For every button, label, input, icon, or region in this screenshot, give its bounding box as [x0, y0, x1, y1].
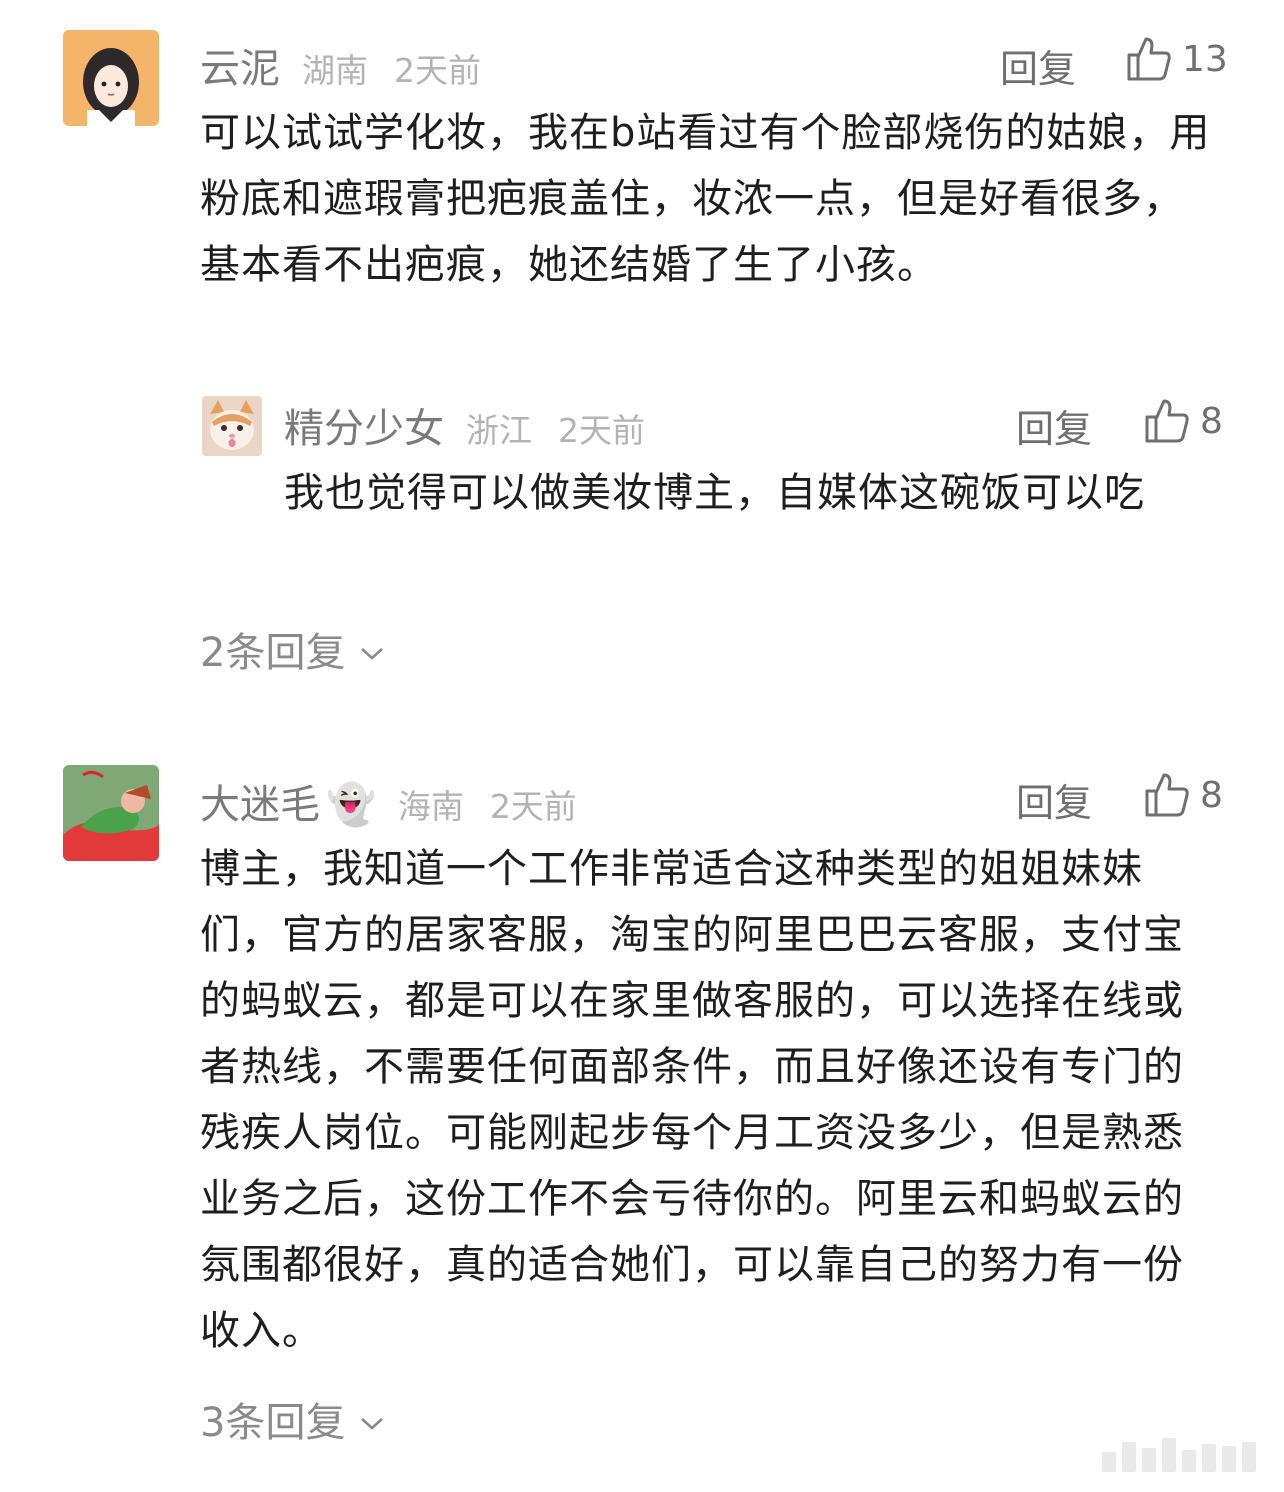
avatar[interactable] — [63, 765, 159, 861]
chevron-down-icon — [345, 626, 385, 672]
reply-button[interactable]: 回复 — [1000, 38, 1076, 93]
username[interactable]: 大迷毛 — [200, 772, 320, 830]
comment-meta: 云泥 湖南 2天前 — [200, 36, 481, 94]
chevron-down-icon — [345, 1396, 385, 1442]
like-button[interactable]: 8 — [1142, 396, 1223, 446]
like-count: 13 — [1182, 38, 1228, 80]
thumbs-up-icon — [1142, 770, 1192, 820]
region-label: 湖南 — [302, 51, 368, 90]
replies-count-label: 3条回复 — [200, 1400, 346, 1446]
like-button[interactable]: 13 — [1124, 34, 1228, 84]
comment-text: 博主，我知道一个工作非常适合这种类型的姐姐妹妹们，官方的居家客服，淘宝的阿里巴巴… — [200, 846, 1184, 1354]
timestamp: 2天前 — [558, 411, 645, 450]
watermark-bars — [1102, 1438, 1256, 1472]
avatar[interactable] — [63, 30, 159, 126]
comment-item: 云泥 湖南 2天前 回复 13 可以试试学化妆，我在b站看过有个脸部烧伤的姑娘，… — [0, 0, 1284, 700]
comment-text: 可以试试学化妆，我在b站看过有个脸部烧伤的姑娘，用粉底和遮瑕膏把疤痕盖住，妆浓一… — [200, 110, 1211, 288]
expand-replies-button[interactable]: 3条回复 — [200, 1390, 385, 1448]
ghost-emoji: 👻 — [326, 782, 376, 828]
reply-button[interactable]: 回复 — [1016, 398, 1092, 453]
comment-item: 大迷毛 👻 海南 2天前 回复 8 博主，我知道一个工作非常适合这种类型的姐姐妹… — [0, 740, 1284, 1460]
like-count: 8 — [1200, 400, 1223, 442]
reply-meta: 精分少女 浙江 2天前 — [284, 396, 645, 454]
thumbs-up-icon — [1124, 34, 1174, 84]
thumbs-up-icon — [1142, 396, 1192, 446]
region-label: 浙江 — [466, 411, 532, 450]
username[interactable]: 云泥 — [200, 36, 280, 94]
timestamp: 2天前 — [394, 51, 481, 90]
reply-button[interactable]: 回复 — [1016, 772, 1092, 827]
expand-replies-button[interactable]: 2条回复 — [200, 620, 385, 678]
like-count: 8 — [1200, 774, 1223, 816]
avatar[interactable] — [202, 396, 262, 456]
timestamp: 2天前 — [489, 787, 577, 826]
comment-meta: 大迷毛 👻 海南 2天前 — [200, 772, 577, 830]
reply-text: 我也觉得可以做美妆博主，自媒体这碗饭可以吃 — [284, 470, 1145, 516]
replies-count-label: 2条回复 — [200, 630, 346, 676]
region-label: 海南 — [397, 787, 464, 826]
username[interactable]: 精分少女 — [284, 396, 444, 454]
like-button[interactable]: 8 — [1142, 770, 1223, 820]
